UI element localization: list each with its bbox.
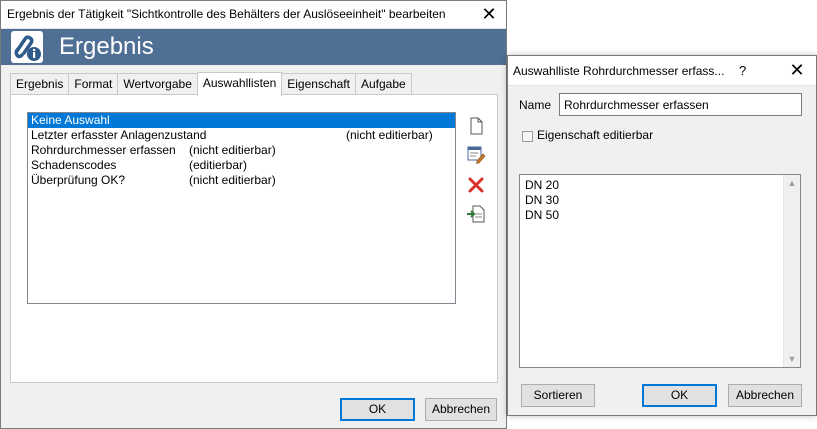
header-banner: Ergebnis	[1, 29, 506, 65]
main-close-icon[interactable]: ✕	[478, 4, 500, 26]
cancel-button[interactable]: Abbrechen	[425, 398, 497, 421]
sort-button[interactable]: Sortieren	[521, 384, 595, 407]
name-label: Name	[519, 98, 552, 112]
tab-panel-auswahllisten: Keine Auswahl Letzter erfasster Anlagenz…	[10, 94, 498, 383]
selection-list-dialog: Auswahlliste Rohrdurchmesser erfass... ?…	[507, 55, 817, 416]
tab-strip: Ergebnis Format Wertvorgabe Auswahlliste…	[10, 72, 412, 96]
edit-result-dialog: Ergebnis der Tätigkeit "Sichtkontrolle d…	[0, 0, 507, 429]
tab-wertvorgabe[interactable]: Wertvorgabe	[117, 73, 198, 95]
list-item[interactable]: Keine Auswahl	[28, 113, 455, 128]
new-document-icon[interactable]	[466, 116, 486, 136]
main-title-bar: Ergebnis der Tätigkeit "Sichtkontrolle d…	[1, 1, 506, 29]
edit-list-icon[interactable]	[466, 144, 486, 164]
list-item-status: (nicht editierbar)	[189, 173, 276, 187]
list-item[interactable]: Letzter erfasster Anlagenzustand (nicht …	[28, 128, 455, 143]
list-item-name: Rohrdurchmesser erfassen	[31, 143, 176, 157]
selection-lists-listbox[interactable]: Keine Auswahl Letzter erfasster Anlagenz…	[27, 112, 456, 304]
import-icon[interactable]	[466, 204, 486, 224]
list-item[interactable]: Schadenscodes (editierbar)	[28, 158, 455, 173]
main-dialog-title: Ergebnis der Tätigkeit "Sichtkontrolle d…	[7, 7, 446, 21]
list-item[interactable]: Überprüfung OK? (nicht editierbar)	[28, 173, 455, 188]
scroll-down-icon[interactable]: ▼	[784, 351, 800, 367]
app-logo-icon	[11, 31, 43, 63]
sub-dialog-title: Auswahlliste Rohrdurchmesser erfass...	[513, 64, 725, 78]
list-item[interactable]: DN 50	[520, 208, 800, 223]
list-item[interactable]: DN 20	[520, 178, 800, 193]
banner-title: Ergebnis	[59, 33, 154, 60]
tab-auswahllisten[interactable]: Auswahllisten	[196, 72, 283, 96]
editable-checkbox[interactable]	[522, 131, 533, 142]
delete-icon[interactable]	[466, 175, 486, 195]
sub-close-icon[interactable]: ✕	[786, 60, 808, 82]
list-item-name: Überprüfung OK?	[31, 173, 126, 187]
list-item-status: (nicht editierbar)	[346, 128, 433, 142]
scroll-up-icon[interactable]: ▲	[784, 175, 800, 191]
sub-ok-button[interactable]: OK	[642, 384, 717, 407]
list-item-status: (nicht editierbar)	[189, 143, 276, 157]
editable-checkbox-label: Eigenschaft editierbar	[537, 128, 654, 142]
ok-button[interactable]: OK	[340, 398, 415, 421]
tab-eigenschaft[interactable]: Eigenschaft	[281, 73, 356, 95]
values-listbox[interactable]: DN 20 DN 30 DN 50 ▲ ▼	[519, 174, 801, 368]
list-item[interactable]: Rohrdurchmesser erfassen (nicht editierb…	[28, 143, 455, 158]
list-item-name: Letzter erfasster Anlagenzustand	[31, 128, 207, 142]
sub-title-bar: Auswahlliste Rohrdurchmesser erfass... ?…	[508, 56, 816, 86]
name-input[interactable]	[559, 93, 802, 116]
help-icon[interactable]: ?	[739, 63, 746, 78]
sub-cancel-button[interactable]: Abbrechen	[728, 384, 802, 407]
tab-format[interactable]: Format	[68, 73, 119, 95]
list-item-status: (editierbar)	[189, 158, 248, 172]
list-item-name: Schadenscodes	[31, 158, 117, 172]
list-item-name: Keine Auswahl	[31, 113, 110, 127]
list-item[interactable]: DN 30	[520, 193, 800, 208]
tab-ergebnis[interactable]: Ergebnis	[10, 73, 70, 95]
tab-aufgabe[interactable]: Aufgabe	[354, 73, 412, 95]
vertical-scrollbar[interactable]: ▲ ▼	[783, 175, 800, 367]
